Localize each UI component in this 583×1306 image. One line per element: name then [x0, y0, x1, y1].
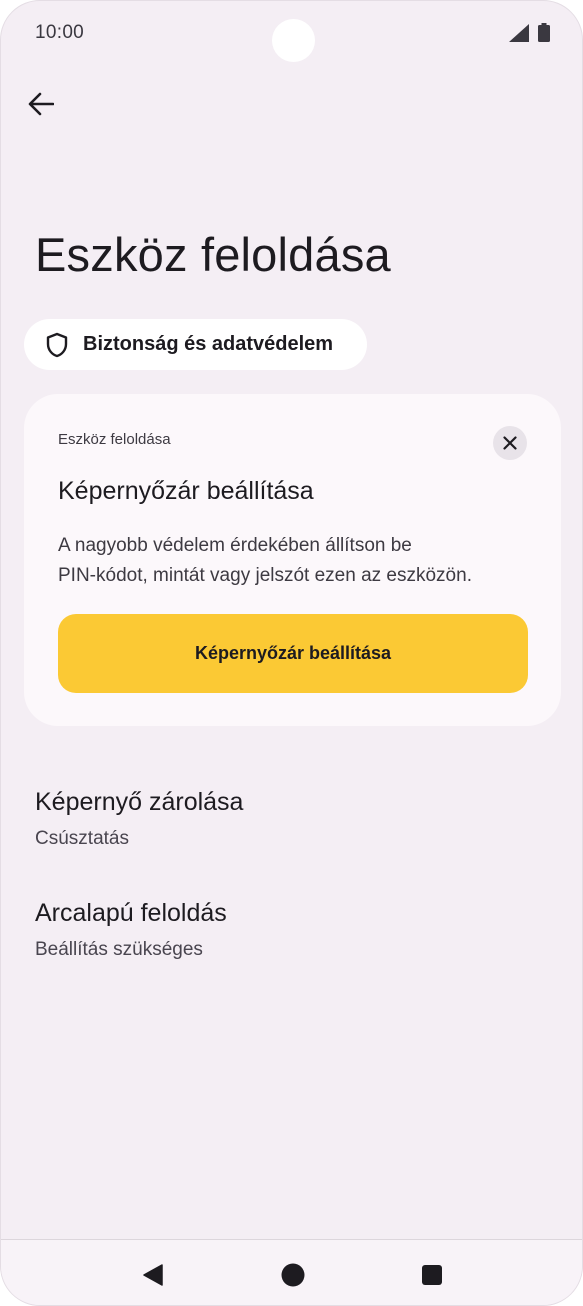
setting-summary: Beállítás szükséges — [35, 939, 203, 960]
home-circle-icon — [281, 1263, 305, 1287]
card-overline: Eszköz feloldása — [58, 431, 171, 448]
nav-back-button[interactable] — [138, 1260, 168, 1290]
navigation-bar — [1, 1239, 582, 1305]
back-button[interactable] — [21, 83, 61, 125]
shield-icon — [46, 332, 68, 357]
card-body: A nagyobb védelem érdekében állítson be … — [58, 531, 528, 591]
chip-label: Biztonság és adatvédelem — [83, 333, 334, 355]
dismiss-card-button[interactable] — [493, 426, 527, 460]
nav-recents-button[interactable] — [417, 1260, 447, 1290]
card-title: Képernyőzár beállítása — [58, 477, 314, 505]
camera-cutout — [272, 19, 315, 62]
close-icon — [503, 436, 517, 450]
recents-square-icon — [422, 1265, 442, 1285]
battery-icon — [538, 23, 550, 42]
arrow-left-icon — [28, 92, 54, 116]
status-bar: 10:00 — [1, 1, 582, 65]
page-title: Eszköz feloldása — [35, 228, 391, 281]
setting-title: Képernyő zárolása — [35, 788, 244, 816]
setup-suggestion-card: Eszköz feloldása Képernyőzár beállítása … — [24, 394, 561, 726]
nav-home-button[interactable] — [278, 1260, 308, 1290]
phone-screen: 10:00 Eszköz feloldása Biztonság és adat… — [0, 0, 583, 1306]
status-time: 10:00 — [35, 22, 85, 43]
setting-summary: Csúsztatás — [35, 828, 129, 849]
back-triangle-icon — [143, 1264, 163, 1286]
set-screen-lock-button[interactable]: Képernyőzár beállítása — [58, 614, 528, 693]
setting-item-face-unlock[interactable]: Arcalapú feloldás Beállítás szükséges — [1, 899, 582, 991]
signal-icon — [509, 24, 529, 42]
setting-title: Arcalapú feloldás — [35, 899, 227, 927]
card-body-line: A nagyobb védelem érdekében állítson be — [58, 535, 412, 556]
setting-item-screen-lock[interactable]: Képernyő zárolása Csúsztatás — [1, 788, 582, 880]
security-category-chip[interactable]: Biztonság és adatvédelem — [24, 319, 367, 370]
card-body-line: PIN-kódot, mintát vagy jelszót ezen az e… — [58, 565, 472, 586]
